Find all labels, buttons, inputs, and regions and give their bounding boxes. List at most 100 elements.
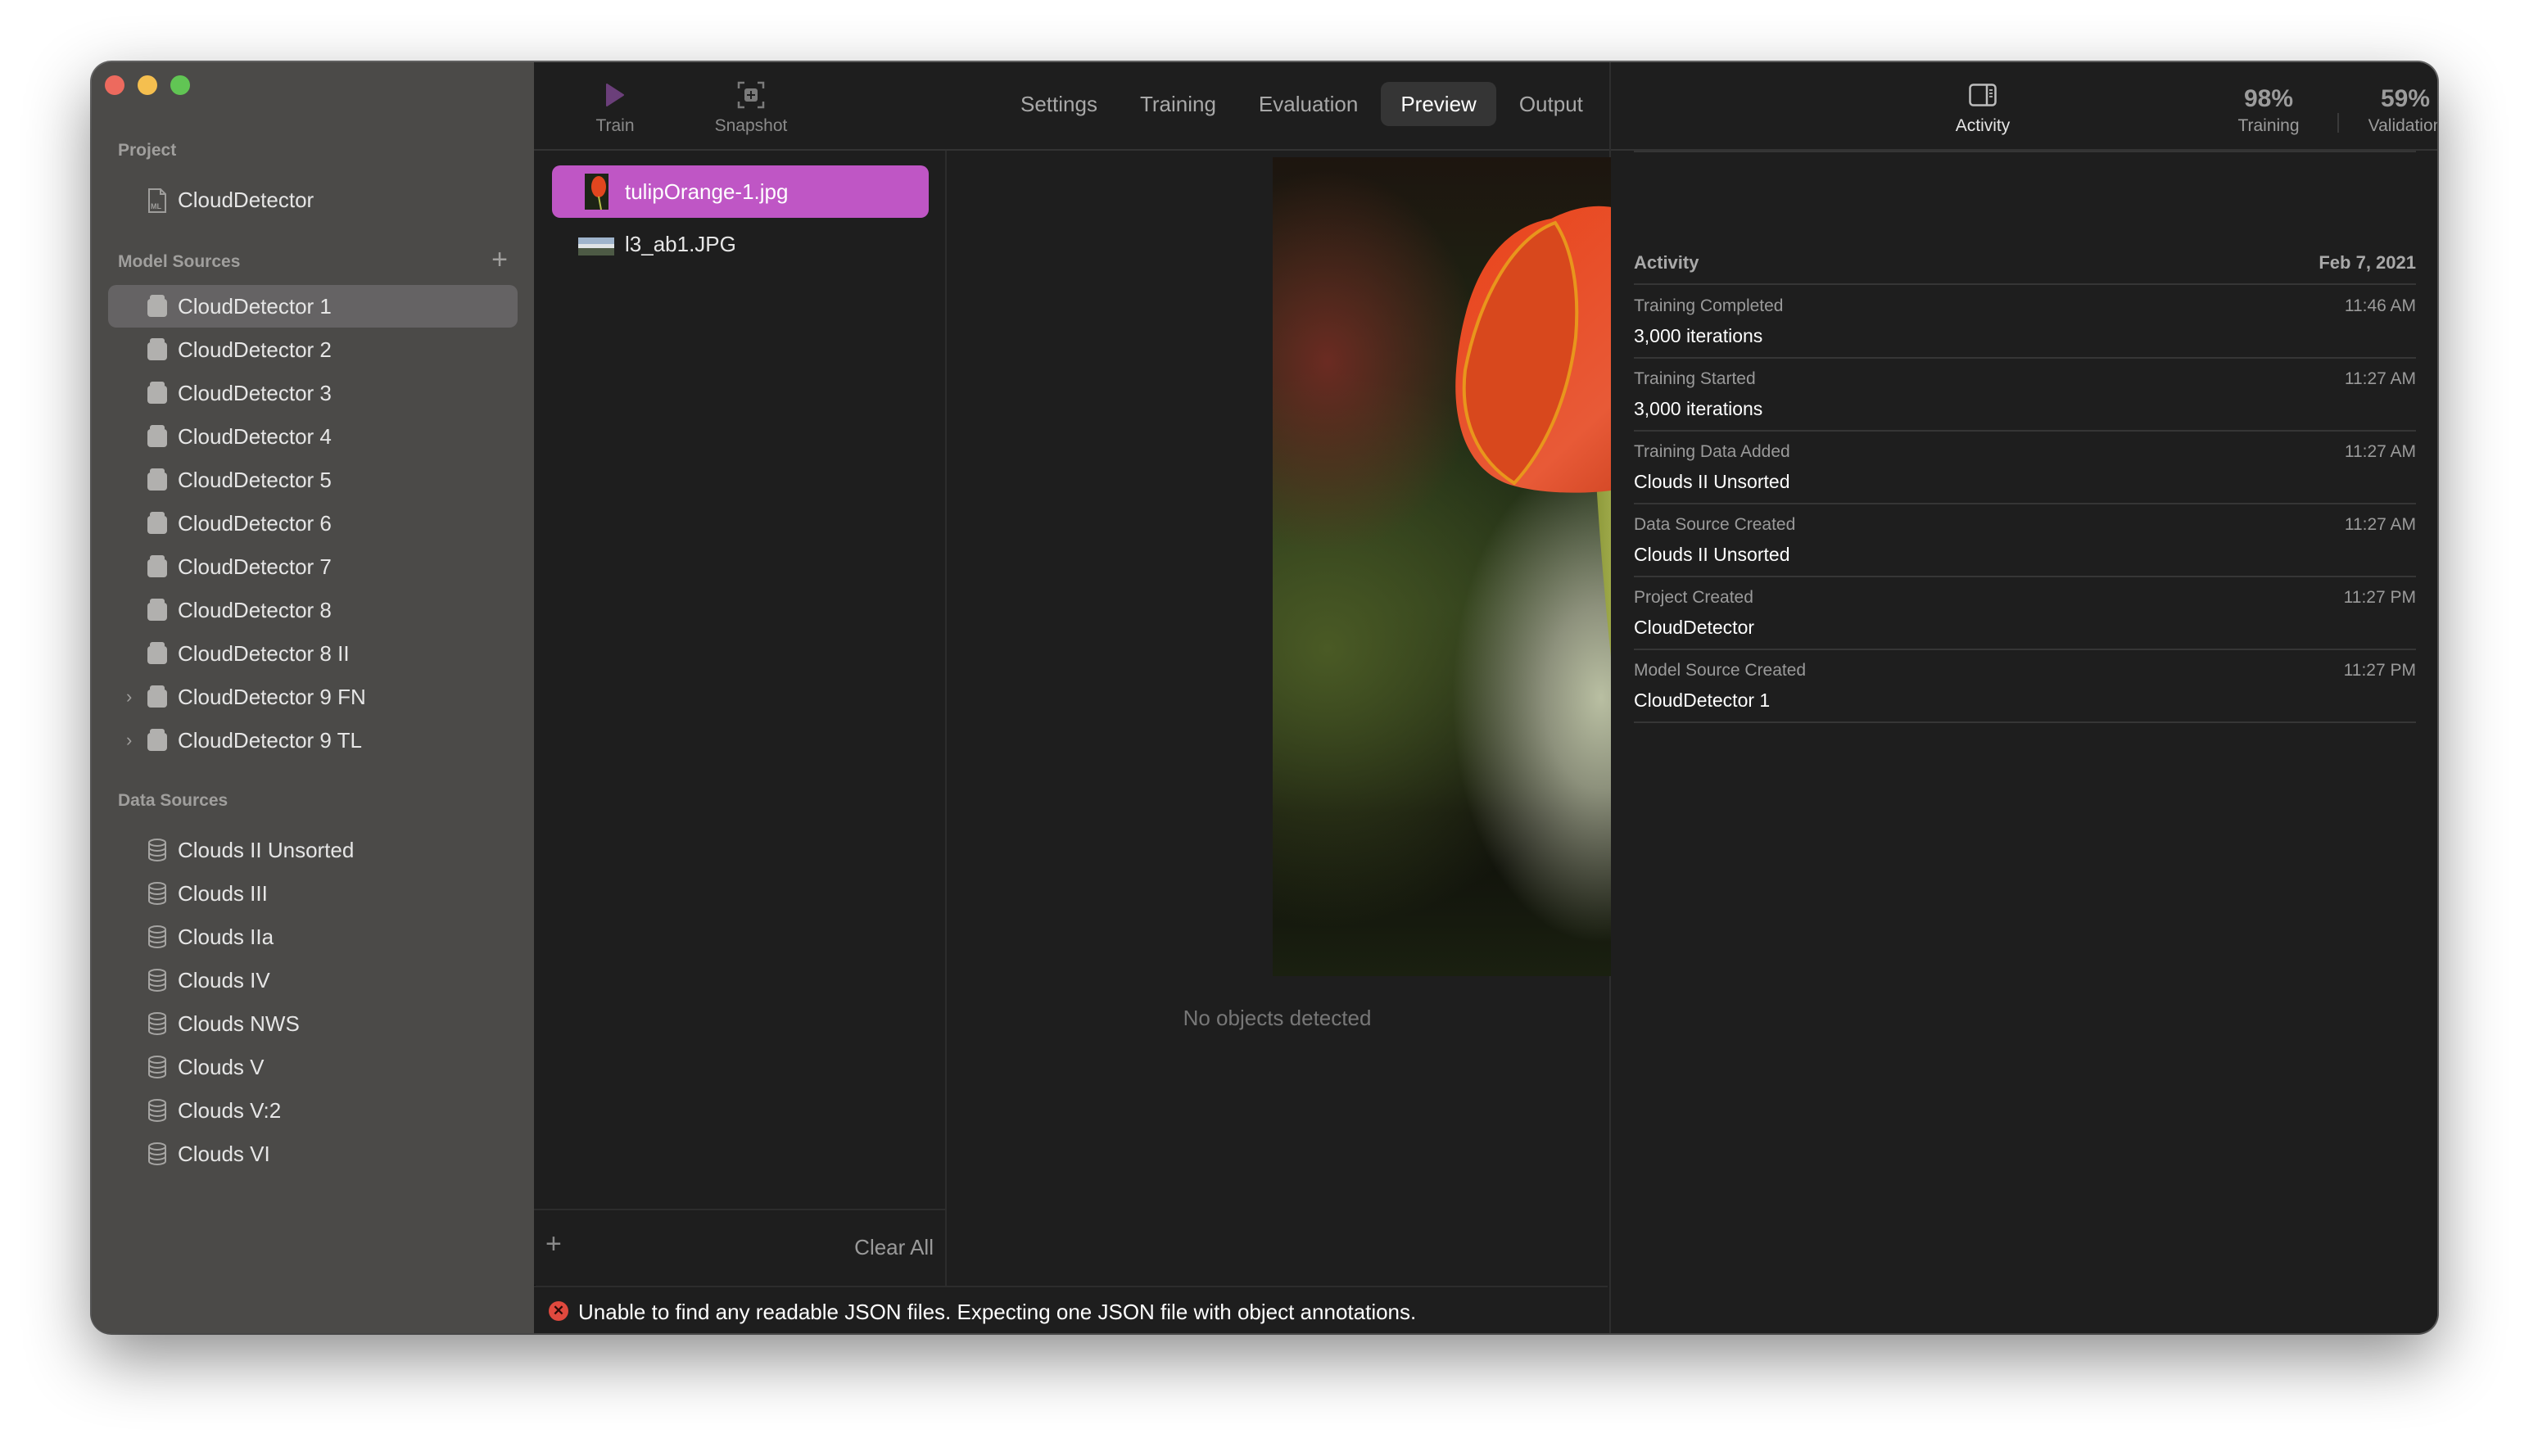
model-source-icon: [147, 295, 167, 318]
sidebar-item-data-source[interactable]: Clouds III: [108, 872, 518, 915]
file-name: tulipOrange-1.jpg: [625, 179, 789, 204]
sidebar-item-model-source[interactable]: CloudDetector 8 II: [108, 632, 518, 675]
divider: [1634, 430, 2416, 432]
file-item[interactable]: l3_ab1.JPG: [552, 218, 929, 270]
train-button[interactable]: Train: [578, 79, 652, 136]
data-sources-header: Data Sources: [118, 791, 228, 810]
minimize-window-button[interactable]: [138, 75, 157, 95]
event-detail: CloudDetector 1: [1634, 690, 1771, 711]
model-source-icon: [147, 729, 167, 752]
sidebar-item-model-source[interactable]: CloudDetector 5: [108, 459, 518, 501]
toolbar: Train Snapshot Settings Training Evaluat…: [534, 62, 2437, 151]
database-icon: [147, 925, 167, 949]
event-time: 11:27 PM: [2343, 661, 2416, 680]
train-label: Train: [595, 116, 635, 135]
metric-validation: 59% Validation: [2340, 85, 2437, 136]
model-source-icon: [147, 512, 167, 535]
tab-output[interactable]: Output: [1500, 82, 1603, 126]
tab-settings[interactable]: Settings: [1001, 82, 1117, 126]
sidebar-item-data-source[interactable]: Clouds NWS: [108, 1002, 518, 1045]
sidebar-item-model-source[interactable]: › CloudDetector 9 FN: [108, 676, 518, 718]
divider: [1634, 283, 2416, 285]
sidebar-item-model-source[interactable]: CloudDetector 4: [108, 415, 518, 458]
play-icon: [578, 79, 652, 111]
add-model-source-button[interactable]: +: [491, 246, 508, 274]
file-name: l3_ab1.JPG: [625, 231, 736, 256]
model-source-icon: [147, 468, 167, 491]
database-icon: [147, 969, 167, 993]
database-icon: [147, 839, 167, 862]
model-source-icon: [147, 642, 167, 665]
model-sources-header: Model Sources +: [118, 246, 508, 274]
activity-title: Activity: [1634, 252, 1699, 273]
project-name: CloudDetector: [178, 187, 314, 212]
model-source-icon: [147, 338, 167, 361]
sidebar: Project ML CloudDetector Model Sources +…: [92, 62, 536, 1333]
database-icon: [147, 1056, 167, 1079]
model-source-icon: [147, 685, 167, 708]
activity-date: Feb 7, 2021: [2319, 252, 2416, 273]
sidebar-item-data-source[interactable]: Clouds II Unsorted: [108, 829, 518, 871]
metric-label: Training: [2237, 116, 2300, 135]
tulip-thumbnail: [585, 174, 608, 210]
metrics-underline: [1634, 151, 2416, 152]
sidebar-item-model-source[interactable]: CloudDetector 1: [108, 285, 518, 328]
app-window: Project ML CloudDetector Model Sources +…: [92, 62, 2437, 1333]
event-time: 11:46 AM: [2344, 296, 2416, 315]
ml-file-icon: ML: [147, 188, 167, 213]
tab-bar: Settings Training Evaluation Preview Out…: [1001, 82, 1603, 126]
divider: [1634, 503, 2416, 504]
disclosure-chevron-icon[interactable]: ›: [126, 686, 132, 708]
project-section-header: Project: [118, 141, 177, 160]
svg-text:ML: ML: [151, 202, 161, 210]
database-icon: [147, 882, 167, 906]
activity-toggle-button[interactable]: Activity: [1938, 79, 2028, 136]
tab-evaluation[interactable]: Evaluation: [1239, 82, 1378, 126]
sidebar-item-data-source[interactable]: Clouds V:2: [108, 1089, 518, 1132]
metrics-summary: 98% Training 59% Validation – Testing: [2172, 62, 2437, 149]
event-detail: 3,000 iterations: [1634, 325, 1763, 346]
sidebar-item-model-source[interactable]: CloudDetector 3: [108, 372, 518, 414]
landscape-thumbnail: [578, 236, 614, 255]
sidebar-item-data-source[interactable]: Clouds IV: [108, 959, 518, 1002]
maximize-window-button[interactable]: [170, 75, 190, 95]
event-detail: Clouds II Unsorted: [1634, 471, 1790, 492]
sidebar-item-model-source[interactable]: CloudDetector 6: [108, 502, 518, 545]
sidebar-item-model-source[interactable]: CloudDetector 8: [108, 589, 518, 631]
metric-label: Validation: [2368, 116, 2437, 135]
model-sources-label: Model Sources: [118, 252, 241, 271]
sidebar-item-data-source[interactable]: Clouds IIa: [108, 916, 518, 958]
model-source-icon: [147, 382, 167, 405]
clear-all-button[interactable]: Clear All: [854, 1235, 934, 1260]
divider: [1634, 357, 2416, 359]
event-time: 11:27 AM: [2344, 442, 2416, 461]
snapshot-label: Snapshot: [714, 116, 788, 135]
model-source-icon: [147, 555, 167, 578]
model-source-icon: [147, 425, 167, 448]
database-icon: [147, 1142, 167, 1166]
error-icon: ✕: [549, 1301, 568, 1321]
add-file-button[interactable]: +: [545, 1230, 562, 1258]
file-item[interactable]: tulipOrange-1.jpg: [552, 165, 929, 218]
sidebar-item-model-source[interactable]: › CloudDetector 9 TL: [108, 719, 518, 762]
event-type: Training Completed: [1634, 296, 1784, 315]
sidebar-item-data-source[interactable]: Clouds VI: [108, 1133, 518, 1175]
traffic-lights: [105, 75, 190, 95]
tab-training[interactable]: Training: [1120, 82, 1236, 126]
activity-label: Activity: [1955, 116, 2011, 135]
tab-preview[interactable]: Preview: [1381, 82, 1496, 126]
status-message: Unable to find any readable JSON files. …: [578, 1300, 1417, 1324]
divider: [1634, 721, 2416, 723]
sidebar-right-icon: [1938, 79, 2028, 111]
sidebar-item-model-source[interactable]: CloudDetector 7: [108, 545, 518, 588]
snapshot-button[interactable]: Snapshot: [698, 79, 804, 136]
sidebar-item-model-source[interactable]: CloudDetector 2: [108, 328, 518, 371]
activity-panel: Activity Feb 7, 2021 Training Completed …: [1611, 151, 2437, 1333]
sidebar-item-project[interactable]: ML CloudDetector: [108, 179, 518, 221]
file-list: tulipOrange-1.jpg l3_ab1.JPG: [534, 151, 947, 1285]
sidebar-item-data-source[interactable]: Clouds V: [108, 1046, 518, 1088]
close-window-button[interactable]: [105, 75, 124, 95]
event-type: Project Created: [1634, 588, 1753, 607]
event-type: Training Data Added: [1634, 442, 1790, 461]
disclosure-chevron-icon[interactable]: ›: [126, 730, 132, 751]
